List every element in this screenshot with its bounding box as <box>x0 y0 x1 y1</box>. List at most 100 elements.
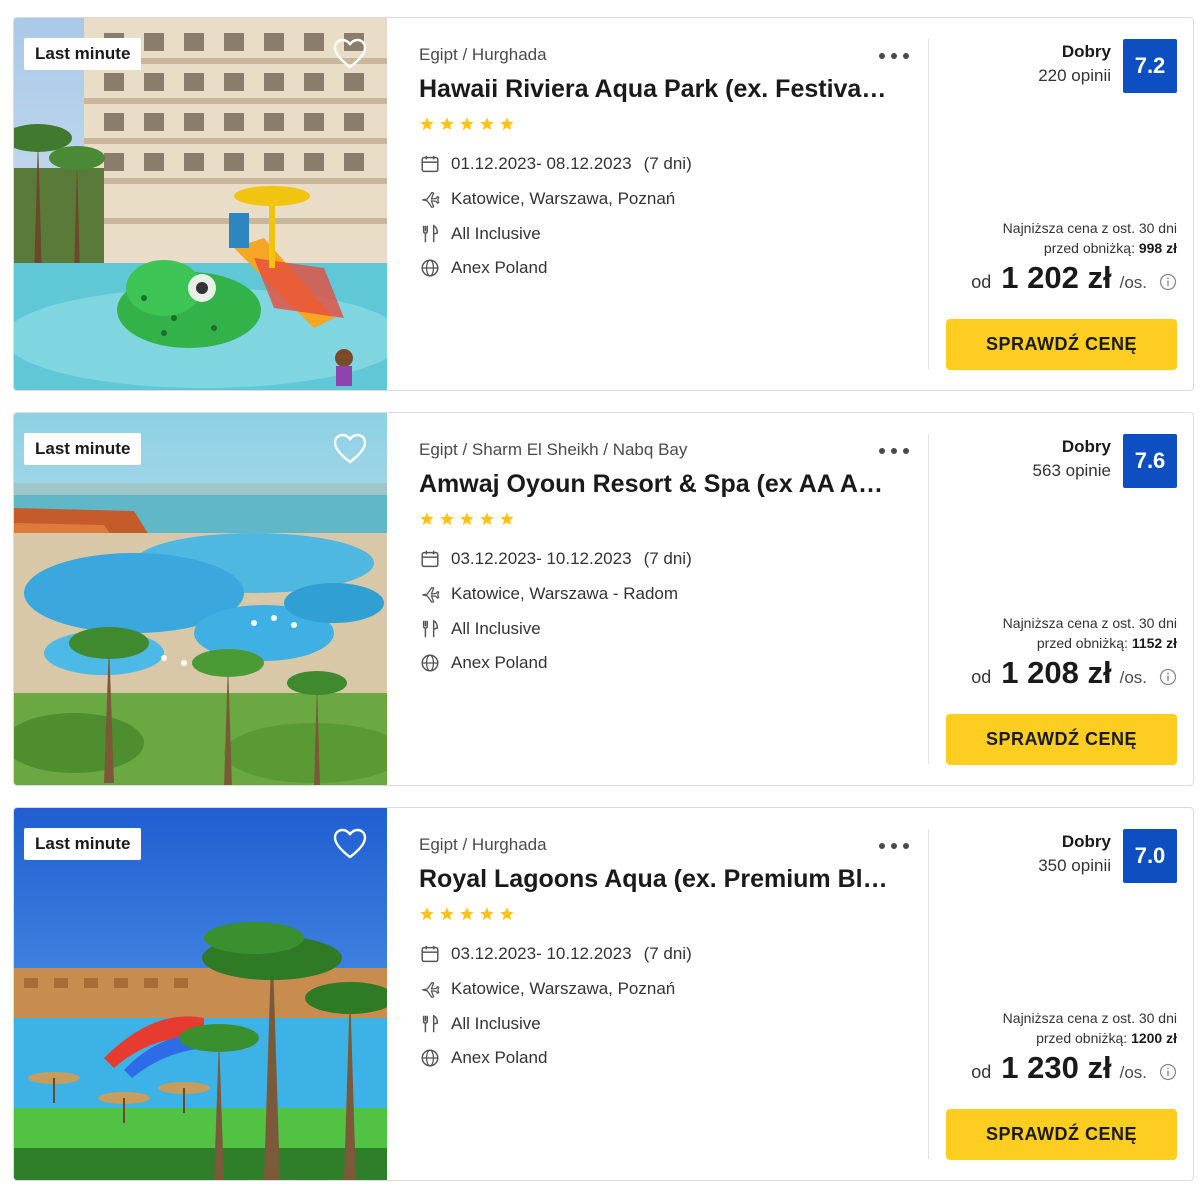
dates-row: 03.12.2023- 10.12.2023 (7 dni) <box>419 942 692 966</box>
lowest-price-line2: przed obniżką: 1152 zł <box>1003 633 1177 653</box>
globe-icon <box>421 1049 439 1067</box>
lowest-price-line1: Najniższa cena z ost. 30 dni <box>1002 220 1177 236</box>
star-icon <box>420 512 434 525</box>
price-unit: /os. <box>1119 668 1147 687</box>
divider <box>928 434 929 764</box>
plane-icon <box>422 191 440 208</box>
score-badge: 7.2 <box>1123 39 1177 93</box>
plane-icon <box>422 586 440 603</box>
more-options-icon[interactable] <box>876 44 912 66</box>
lowest-price-line1: Najniższa cena z ost. 30 dni <box>1002 615 1177 631</box>
lowest-price-value: 1152 zł <box>1131 635 1177 651</box>
departure-text: Katowice, Warszawa, Poznań <box>451 979 676 998</box>
location-breadcrumb[interactable]: Egipt / Hurghada <box>419 45 547 65</box>
offer-info: Egipt / Hurghada Hawaii Riviera Aqua Par… <box>419 18 929 390</box>
star-icon <box>440 117 454 130</box>
review-count[interactable]: 563 opinie <box>1033 461 1111 481</box>
departure-text: Katowice, Warszawa - Radom <box>451 584 679 603</box>
lowest-price-line2: przed obniżką: 1200 zł <box>1003 1028 1177 1048</box>
hotel-photo[interactable]: Last minute <box>14 808 387 1180</box>
star-icon <box>500 907 514 920</box>
heart-icon[interactable] <box>332 826 368 862</box>
dates-text: 03.12.2023- 10.12.2023 <box>451 549 632 568</box>
star-rating <box>419 906 515 924</box>
board-text: All Inclusive <box>451 1014 541 1033</box>
board-row: All Inclusive <box>419 222 541 246</box>
heart-icon[interactable] <box>332 36 368 72</box>
nights-text: (7 dni) <box>643 549 692 568</box>
cutlery-icon <box>422 619 439 638</box>
nights-text: (7 dni) <box>643 154 692 173</box>
hotel-title[interactable]: Hawaii Riviera Aqua Park (ex. Festiva… <box>419 75 889 104</box>
location-breadcrumb[interactable]: Egipt / Sharm El Sheikh / Nabq Bay <box>419 440 687 460</box>
calendar-icon <box>421 155 439 173</box>
board-row: All Inclusive <box>419 1012 541 1036</box>
star-icon <box>420 907 434 920</box>
hotel-photo[interactable]: Last minute <box>14 18 387 390</box>
departure-row: Katowice, Warszawa - Radom <box>419 582 678 606</box>
review-count[interactable]: 350 opinii <box>1038 856 1111 876</box>
globe-icon <box>421 259 439 277</box>
last-minute-badge: Last minute <box>24 433 142 465</box>
info-icon[interactable] <box>1159 1063 1177 1081</box>
nights-text: (7 dni) <box>643 944 692 963</box>
info-icon[interactable] <box>1159 273 1177 291</box>
lowest-price-note: Najniższa cena z ost. 30 dni przed obniż… <box>1003 613 1177 653</box>
star-icon <box>460 512 474 525</box>
offer-card[interactable]: Last minute Egipt / Hurghada Hawaii Rivi… <box>13 17 1194 391</box>
check-price-button[interactable]: SPRAWDŹ CENĘ <box>946 1109 1177 1160</box>
star-icon <box>460 907 474 920</box>
star-icon <box>440 512 454 525</box>
star-icon <box>500 512 514 525</box>
offer-info: Egipt / Hurghada Royal Lagoons Aqua (ex.… <box>419 808 929 1180</box>
offer-list: Last minute Egipt / Hurghada Hawaii Rivi… <box>0 0 1202 1196</box>
price-row: od 1 208 zł /os. <box>971 655 1177 695</box>
check-price-button[interactable]: SPRAWDŹ CENĘ <box>946 319 1177 370</box>
dates-text: 03.12.2023- 10.12.2023 <box>451 944 632 963</box>
hotel-title[interactable]: Royal Lagoons Aqua (ex. Premium Bl… <box>419 865 889 894</box>
price-amount: 1 202 zł <box>1001 260 1112 295</box>
more-options-icon[interactable] <box>876 834 912 856</box>
operator-text: Anex Poland <box>451 653 548 672</box>
dates-row: 03.12.2023- 10.12.2023 (7 dni) <box>419 547 692 571</box>
price-row: od 1 230 zł /os. <box>971 1050 1177 1090</box>
board-row: All Inclusive <box>419 617 541 641</box>
calendar-icon <box>421 550 439 568</box>
info-icon[interactable] <box>1159 668 1177 686</box>
check-price-button[interactable]: SPRAWDŹ CENĘ <box>946 714 1177 765</box>
offer-info: Egipt / Sharm El Sheikh / Nabq Bay Amwaj… <box>419 413 929 785</box>
star-icon <box>480 907 494 920</box>
price-unit: /os. <box>1119 273 1147 292</box>
operator-text: Anex Poland <box>451 1048 548 1067</box>
star-icon <box>420 117 434 130</box>
offer-card[interactable]: Last minute Egipt / Hurghada Royal Lagoo… <box>13 807 1194 1181</box>
lowest-price-label: przed obniżką: <box>1036 1030 1128 1046</box>
price-unit: /os. <box>1119 1063 1147 1082</box>
star-icon <box>500 117 514 130</box>
more-options-icon[interactable] <box>876 439 912 461</box>
departure-text: Katowice, Warszawa, Poznań <box>451 189 676 208</box>
location-breadcrumb[interactable]: Egipt / Hurghada <box>419 835 547 855</box>
cutlery-icon <box>422 224 439 243</box>
divider <box>928 829 929 1159</box>
score-badge: 7.6 <box>1123 434 1177 488</box>
star-rating <box>419 511 515 529</box>
departure-row: Katowice, Warszawa, Poznań <box>419 977 675 1001</box>
rating-label: Dobry <box>1061 832 1111 851</box>
lowest-price-value: 998 zł <box>1138 240 1177 256</box>
lowest-price-label: przed obniżką: <box>1043 240 1135 256</box>
last-minute-badge: Last minute <box>24 38 142 70</box>
lowest-price-note: Najniższa cena z ost. 30 dni przed obniż… <box>1003 218 1177 258</box>
operator-text: Anex Poland <box>451 258 548 277</box>
board-text: All Inclusive <box>451 224 541 243</box>
hotel-photo[interactable]: Last minute <box>14 413 387 785</box>
heart-icon[interactable] <box>332 431 368 467</box>
score-badge: 7.0 <box>1123 829 1177 883</box>
review-count[interactable]: 220 opinii <box>1038 66 1111 86</box>
hotel-title[interactable]: Amwaj Oyoun Resort & Spa (ex AA A… <box>419 470 889 499</box>
offer-card[interactable]: Last minute Egipt / Sharm El Sheikh / Na… <box>13 412 1194 786</box>
cutlery-icon <box>422 1014 439 1033</box>
dates-text: 01.12.2023- 08.12.2023 <box>451 154 632 173</box>
rating-label: Dobry <box>1061 437 1111 456</box>
lowest-price-value: 1200 zł <box>1131 1030 1177 1046</box>
